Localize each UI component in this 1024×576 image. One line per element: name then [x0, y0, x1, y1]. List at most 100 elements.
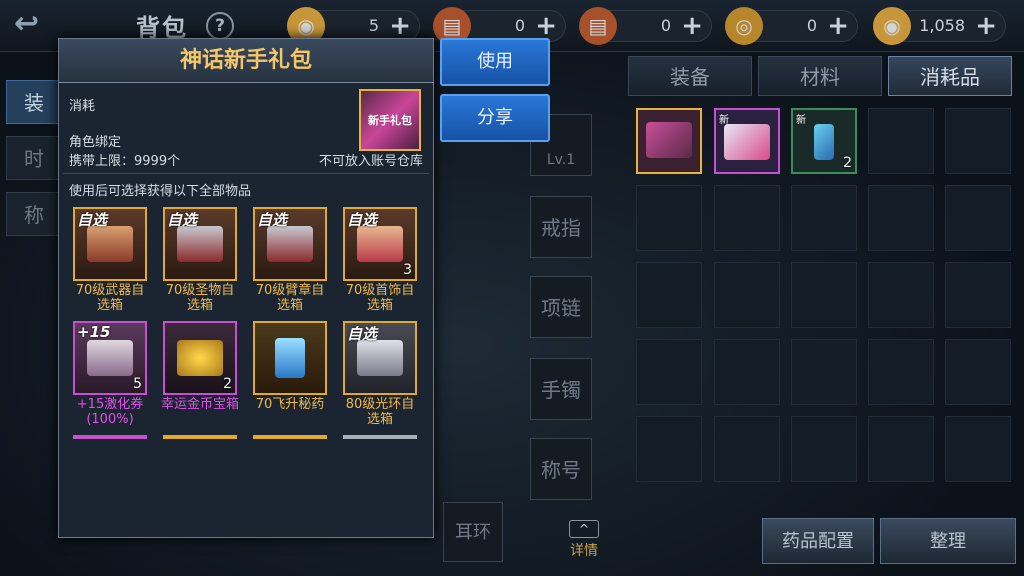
divider — [63, 173, 429, 174]
treasure-chest-icon: 自选 — [73, 207, 147, 281]
reward-name: 70级圣物自选箱 — [165, 283, 235, 313]
empty-slot[interactable] — [791, 262, 857, 328]
empty-slot[interactable] — [714, 339, 780, 405]
reward-count: 2 — [223, 376, 232, 392]
reward-description: 使用后可选择获得以下全部物品 — [69, 184, 252, 199]
reward-name: +15激化券(100%) — [76, 397, 144, 427]
reward-count: 5 — [133, 376, 142, 392]
reward-tag: 自选 — [347, 211, 378, 229]
currency-value: 0 — [660, 16, 671, 35]
locked-scroll-icon: ▤ — [579, 7, 617, 45]
reward-name: 幸运金币宝箱 — [161, 397, 240, 412]
potion-icon — [253, 321, 327, 395]
details-label: 详情 — [570, 543, 598, 559]
reward-name: 70级首饰自选箱 — [345, 283, 415, 313]
empty-slot[interactable] — [945, 262, 1011, 328]
empty-slot[interactable] — [791, 185, 857, 251]
reward-item[interactable]: 2 幸运金币宝箱 — [161, 321, 239, 412]
currency-medal: ◎ 0 + — [725, 7, 858, 45]
reward-name: 70级武器自选箱 — [75, 283, 145, 313]
inventory-slot[interactable]: 新 2 — [791, 108, 857, 174]
left-nav-title[interactable]: 称 — [6, 192, 62, 236]
wing-item-icon — [724, 124, 770, 160]
add-medal-button[interactable]: + — [827, 11, 849, 41]
reward-name: 80级光环自选箱 — [345, 397, 415, 427]
sort-button[interactable]: 整理 — [880, 518, 1016, 564]
empty-slot[interactable] — [714, 416, 780, 482]
empty-slot[interactable] — [868, 339, 934, 405]
equip-slot-earring[interactable]: 耳环 — [443, 502, 503, 562]
empty-slot[interactable] — [636, 416, 702, 482]
empty-slot[interactable] — [868, 185, 934, 251]
add-coin-button[interactable]: + — [389, 11, 411, 41]
tab-materials[interactable]: 材料 — [758, 56, 882, 96]
reward-count: 3 — [403, 262, 412, 278]
gold-coin-chest-icon: 2 — [163, 321, 237, 395]
reward-item[interactable]: +15 5 +15激化券(100%) — [71, 321, 149, 427]
empty-slot[interactable] — [868, 262, 934, 328]
reward-tag: 自选 — [167, 211, 198, 229]
empty-slot[interactable] — [945, 108, 1011, 174]
reward-item[interactable]: 自选 80级光环自选箱 — [341, 321, 419, 427]
gift-pack-label: 新手礼包 — [368, 114, 412, 127]
help-icon[interactable]: ? — [206, 12, 234, 40]
empty-slot[interactable] — [791, 339, 857, 405]
reward-tag: +15 — [77, 323, 111, 341]
reward-tag: 自选 — [347, 325, 378, 343]
storage-note: 不可放入账号仓库 — [318, 154, 423, 169]
locked-coin-icon: ◉ — [873, 7, 911, 45]
add-locked-scroll-button[interactable]: + — [681, 11, 703, 41]
use-button[interactable]: 使用 — [440, 38, 550, 86]
potion-config-button[interactable]: 药品配置 — [762, 518, 874, 564]
gift-pack-icon — [646, 122, 692, 158]
left-nav-equip[interactable]: 装 — [6, 80, 62, 124]
carry-limit: 携带上限：9999个 — [69, 154, 181, 169]
reward-row-peek — [73, 435, 147, 439]
reward-item[interactable]: 自选 70级武器自选箱 — [71, 207, 149, 313]
empty-slot[interactable] — [945, 339, 1011, 405]
treasure-chest-icon: 自选 — [253, 207, 327, 281]
treasure-chest-icon: 自选 — [163, 207, 237, 281]
reward-item[interactable]: 自选 70级臂章自选箱 — [251, 207, 329, 313]
inventory-tabs: 装备 材料 消耗品 — [628, 56, 1016, 96]
item-type: 消耗 — [69, 99, 96, 114]
reward-name: 70飞升秘药 — [255, 397, 325, 412]
add-locked-coin-button[interactable]: + — [975, 11, 997, 41]
empty-slot[interactable] — [636, 262, 702, 328]
empty-slot[interactable] — [714, 185, 780, 251]
add-scroll-button[interactable]: + — [535, 11, 557, 41]
bind-type: 角色绑定 — [69, 135, 122, 150]
treasure-chest-icon: 自选 3 — [343, 207, 417, 281]
equip-slot-bracelet[interactable]: 手镯 — [530, 358, 592, 420]
empty-slot[interactable] — [636, 339, 702, 405]
currency-value: 0 — [806, 16, 817, 35]
empty-slot[interactable] — [945, 416, 1011, 482]
empty-slot[interactable] — [945, 185, 1011, 251]
new-badge: 新 — [796, 115, 806, 126]
inventory-slot[interactable] — [636, 108, 702, 174]
back-arrow-icon: ↩ — [14, 6, 40, 41]
empty-slot[interactable] — [636, 185, 702, 251]
details-button[interactable]: ^ 详情 — [562, 520, 606, 560]
share-button[interactable]: 分享 — [440, 94, 550, 142]
reward-item[interactable]: 自选 3 70级首饰自选箱 — [341, 207, 419, 313]
equip-slot-necklace[interactable]: 项链 — [530, 276, 592, 338]
currency-value: 1,058 — [919, 16, 965, 35]
reward-item[interactable]: 70飞升秘药 — [251, 321, 329, 412]
reward-item[interactable]: 自选 70级圣物自选箱 — [161, 207, 239, 313]
chevron-up-icon: ^ — [569, 520, 599, 538]
empty-slot[interactable] — [791, 416, 857, 482]
tab-consumables[interactable]: 消耗品 — [888, 56, 1012, 96]
tab-equipment[interactable]: 装备 — [628, 56, 752, 96]
reward-row-peek — [163, 435, 237, 439]
equip-slot-title[interactable]: 称号 — [530, 438, 592, 500]
reward-row-peek — [253, 435, 327, 439]
empty-slot[interactable] — [714, 262, 780, 328]
equip-slot-ring[interactable]: 戒指 — [530, 196, 592, 258]
empty-slot[interactable] — [868, 416, 934, 482]
treasure-chest-icon: 自选 — [343, 321, 417, 395]
currency-value: 5 — [368, 16, 379, 35]
inventory-slot[interactable]: 新 — [714, 108, 780, 174]
empty-slot[interactable] — [868, 108, 934, 174]
left-nav-fashion[interactable]: 时 — [6, 136, 62, 180]
